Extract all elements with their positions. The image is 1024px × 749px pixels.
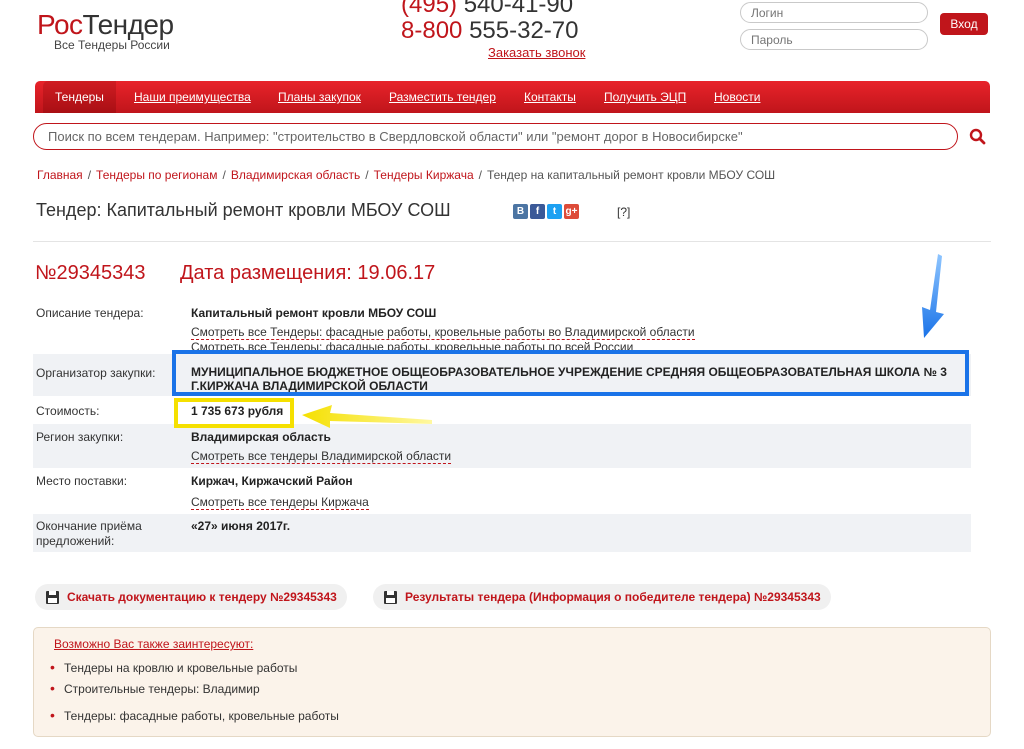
organizer-highlight-box — [172, 350, 969, 396]
breadcrumb-separator: / — [87, 168, 92, 182]
password-input[interactable] — [740, 29, 928, 50]
facebook-icon[interactable]: f — [530, 204, 545, 219]
row-delivery: Место поставки: Киржач, Киржачский Район… — [33, 468, 971, 514]
row-description: Описание тендера: Капитальный ремонт кро… — [33, 302, 971, 354]
phone-number: 555-32-70 — [469, 17, 579, 44]
region-label: Регион закупки: — [36, 430, 124, 444]
breadcrumb-separator: / — [222, 168, 226, 182]
region-value: Владимирская область — [191, 430, 331, 444]
related-link-roofing[interactable]: Тендеры на кровлю и кровельные работы — [64, 661, 297, 675]
breadcrumb-regions[interactable]: Тендеры по регионам — [96, 168, 217, 182]
phone-code: (495) — [401, 0, 458, 18]
site-logo[interactable]: РосТендер Все Тендеры России — [37, 10, 174, 53]
main-nav: Тендеры Наши преимущества Планы закупок … — [35, 81, 990, 113]
logo-tender: Тендер — [82, 9, 175, 40]
nav-item-advantages[interactable]: Наши преимущества — [134, 81, 251, 113]
delivery-label: Место поставки: — [36, 474, 128, 488]
divider — [33, 241, 991, 242]
related-title[interactable]: Возможно Вас также заинтересуют: — [54, 637, 253, 651]
tender-results-button[interactable]: Результаты тендера (Информация о победит… — [373, 584, 831, 610]
related-item: Тендеры: фасадные работы, кровельные раб… — [50, 707, 339, 723]
download-docs-link[interactable]: Скачать документацию к тендеру №29345343 — [67, 590, 337, 604]
logo-text: РосТендер — [37, 10, 174, 40]
delivery-link[interactable]: Смотреть все тендеры Киржача — [191, 495, 369, 510]
download-docs-button[interactable]: Скачать документацию к тендеру №29345343 — [35, 584, 347, 610]
row-region: Регион закупки: Владимирская область Смо… — [33, 424, 971, 468]
row-deadline: Окончание приёма предложений: «27» июня … — [33, 514, 971, 552]
breadcrumb-city[interactable]: Тендеры Киржача — [374, 168, 474, 182]
nav-item-plans[interactable]: Планы закупок — [278, 81, 361, 113]
twitter-icon[interactable]: t — [547, 204, 562, 219]
floppy-icon — [384, 591, 397, 604]
organizer-label: Организатор закупки: — [36, 366, 156, 380]
description-label: Описание тендера: — [36, 306, 144, 320]
nav-item-eds[interactable]: Получить ЭЦП — [604, 81, 686, 113]
login-form — [740, 2, 928, 56]
region-link[interactable]: Смотреть все тендеры Владимирской област… — [191, 449, 452, 464]
related-item: Тендеры на кровлю и кровельные работы — [50, 659, 297, 675]
google-plus-icon[interactable]: g+ — [564, 204, 579, 219]
help-link[interactable]: [?] — [617, 205, 630, 219]
breadcrumb: Главная / Тендеры по регионам / Владимирская… — [37, 168, 775, 182]
search-input[interactable] — [33, 123, 958, 150]
breadcrumb-region[interactable]: Владимирская область — [231, 168, 360, 182]
delivery-value: Киржач, Киржачский Район — [191, 474, 353, 488]
search-icon[interactable] — [968, 127, 988, 147]
tender-number: №29345343 — [35, 262, 146, 284]
login-button[interactable]: Вход — [940, 13, 988, 35]
related-link-construction[interactable]: Строительные тендеры: Владимир — [64, 682, 260, 696]
deadline-label-line1: Окончание приёма — [36, 519, 142, 533]
phone-number: 540-41-90 — [463, 0, 574, 18]
floppy-icon — [46, 591, 59, 604]
login-input[interactable] — [740, 2, 928, 23]
breadcrumb-separator: / — [478, 168, 482, 182]
nav-item-tenders[interactable]: Тендеры — [43, 81, 116, 113]
logo-subtitle: Все Тендеры России — [54, 38, 170, 52]
nav-item-news[interactable]: Новости — [714, 81, 760, 113]
description-text: Капитальный ремонт кровли МБОУ СОШ — [191, 306, 437, 320]
deadline-value: «27» июня 2017г. — [191, 519, 290, 533]
description-value: Капитальный ремонт кровли МБОУ СОШ — [191, 306, 436, 320]
nav-item-contacts[interactable]: Контакты — [524, 81, 576, 113]
cost-label: Стоимость: — [36, 404, 100, 418]
vk-icon[interactable]: В — [513, 204, 528, 219]
related-box: Возможно Вас также заинтересуют: Тендеры… — [33, 627, 991, 737]
logo-ros: Рос — [37, 9, 83, 40]
nav-item-post-tender[interactable]: Разместить тендер — [389, 81, 496, 113]
delivery-text: Киржач, Киржачский Район — [191, 474, 353, 488]
breadcrumb-separator: / — [365, 168, 369, 182]
callback-link[interactable]: Заказать звонок — [488, 45, 585, 60]
publication-date: Дата размещения: 19.06.17 — [180, 262, 436, 284]
related-item: Строительные тендеры: Владимир — [50, 680, 260, 696]
phone-free: 8-800 555-32-70 — [401, 18, 578, 44]
deadline-label-line2: предложений: — [36, 534, 115, 548]
tender-results-link[interactable]: Результаты тендера (Информация о победит… — [405, 590, 821, 604]
breadcrumb-home[interactable]: Главная — [37, 168, 83, 182]
share-buttons: В f t g+ — [513, 204, 579, 219]
yellow-arrow-icon — [302, 405, 432, 428]
breadcrumb-current: Тендер на капитальный ремонт кровли МБОУ… — [486, 168, 776, 182]
blue-arrow-icon — [922, 254, 944, 338]
cost-highlight-box — [174, 398, 294, 428]
description-link-region[interactable]: Смотреть все Тендеры: фасадные работы, к… — [191, 325, 695, 340]
region-text: Владимирская область — [191, 430, 331, 444]
phone-code: 8-800 — [401, 17, 463, 44]
related-link-facade[interactable]: Тендеры: фасадные работы, кровельные раб… — [64, 709, 339, 723]
deadline-text: «27» июня 2017г. — [191, 519, 291, 533]
page-title: Тендер: Капитальный ремонт кровли МБОУ С… — [36, 200, 451, 220]
phone-block: (495) 540-41-90 8-800 555-32-70 — [401, 0, 578, 44]
phone-moscow: (495) 540-41-90 — [401, 0, 578, 18]
